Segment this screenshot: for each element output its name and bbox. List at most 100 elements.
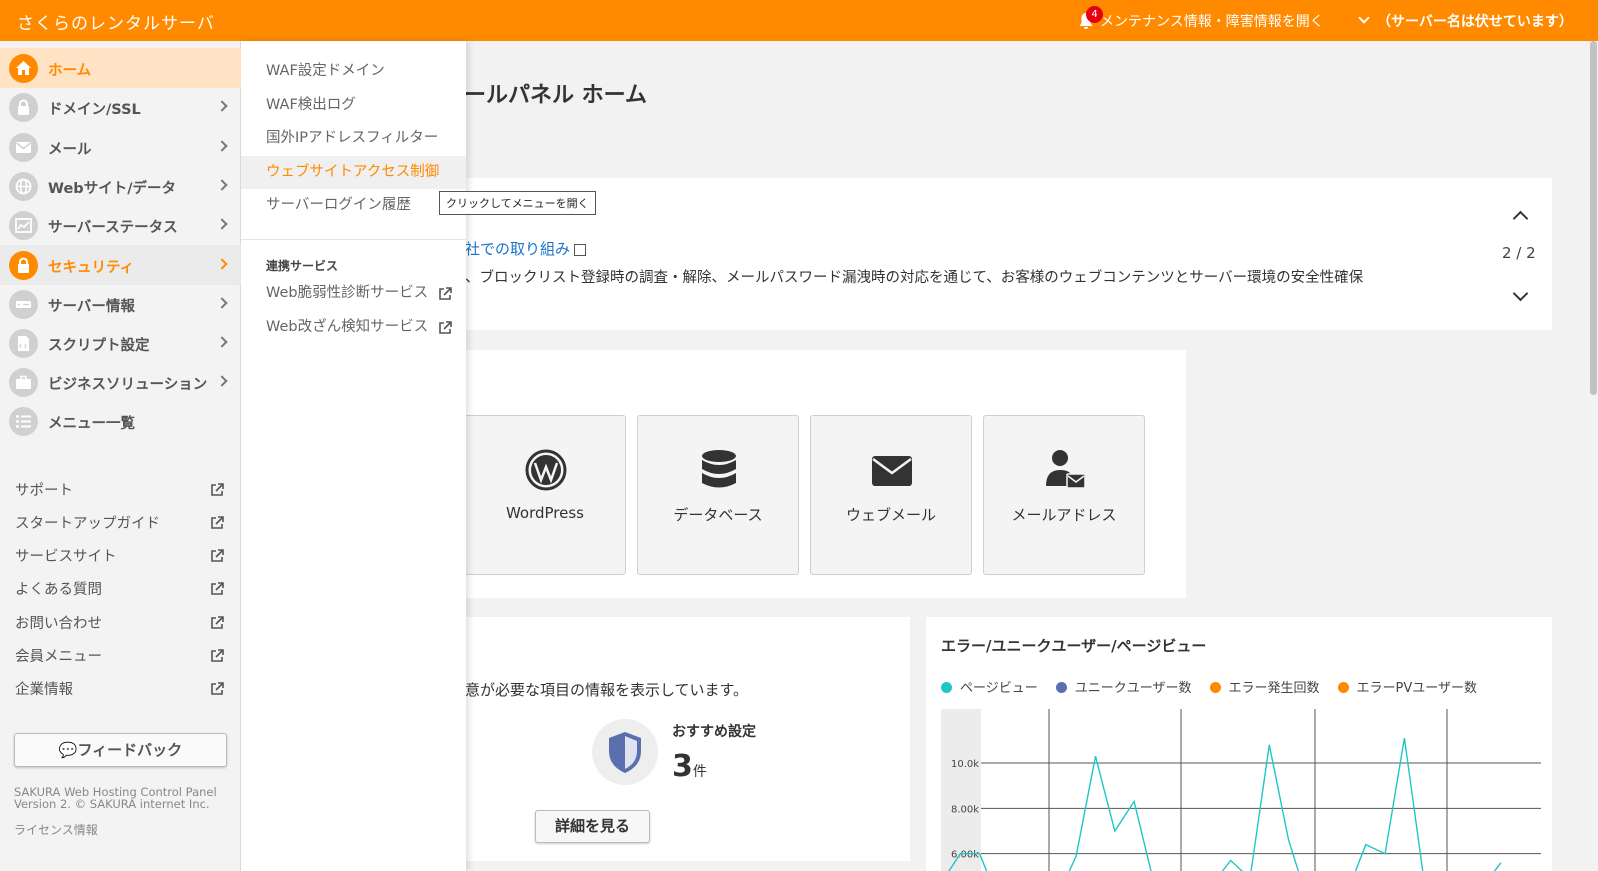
lock-icon	[9, 93, 38, 122]
submenu-item-ip-filter[interactable]: 国外IPアドレスフィルター	[241, 122, 466, 155]
license-link[interactable]: ライセンス情報	[14, 821, 98, 838]
sidebar-item-label: スクリプト設定	[48, 338, 150, 354]
recommend-label: おすすめ設定	[672, 724, 756, 740]
chevron-right-icon	[216, 218, 228, 230]
external-link-icon	[211, 483, 224, 496]
sidebar-item-label: セキュリティ	[48, 260, 135, 276]
chevron-right-icon	[216, 140, 228, 152]
submenu-heading: 連携サービス	[266, 259, 339, 273]
sidebar-item-server-status[interactable]: サーバーステータス	[0, 205, 241, 245]
sidebar-item-script[interactable]: スクリプト設定	[0, 323, 241, 363]
submenu-item-tamper-detection[interactable]: Web改ざん検知サービス	[241, 311, 466, 344]
recommend-count: 3件	[672, 749, 707, 784]
chevron-right-icon	[216, 100, 228, 112]
sidebar-item-label: ホーム	[48, 63, 92, 79]
sidebar-item-mail[interactable]: メール	[0, 127, 241, 167]
sidebar-item-label: Webサイト/データ	[48, 181, 176, 197]
server-icon	[9, 290, 38, 319]
feedback-button[interactable]: 💬フィードバック	[14, 733, 227, 767]
submenu-item-waf-domain[interactable]: WAF設定ドメイン	[241, 55, 466, 88]
user-mail-icon	[1046, 450, 1086, 489]
external-link-icon	[211, 649, 224, 662]
globe-icon	[9, 172, 38, 201]
sidebar-link-company[interactable]: 企業情報	[15, 678, 227, 702]
script-icon	[9, 329, 38, 358]
sidebar-link-support[interactable]: サポート	[15, 479, 227, 503]
sidebar-item-website[interactable]: Webサイト/データ	[0, 166, 241, 206]
sidebar-item-label: サーバー情報	[48, 299, 135, 315]
news-text: 、ブロックリスト登録時の調査・解除、メールパスワード漏洩時の対応を通じて、お客様…	[465, 270, 1364, 286]
chart-legend: ページビュー ユニークユーザー数 エラー発生回数 エラーPVユーザー数	[941, 677, 1495, 696]
submenu-item-waf-log[interactable]: WAF検出ログ	[241, 89, 466, 122]
legend-dot	[1337, 682, 1349, 693]
shortcut-label: WordPress	[505, 504, 585, 522]
sidebar-item-domain[interactable]: ドメイン/SSL	[0, 87, 241, 127]
external-link-icon	[439, 287, 452, 300]
page-scrollbar[interactable]	[1588, 41, 1598, 871]
sidebar-item-server-info[interactable]: サーバー情報	[0, 284, 241, 324]
sidebar-item-label: サーバーステータス	[48, 220, 178, 236]
sidebar-link-startup-guide[interactable]: スタートアップガイド	[15, 512, 227, 536]
legend-item[interactable]: ユニークユーザー数	[1055, 681, 1192, 696]
legend-item[interactable]: ページビュー	[941, 681, 1038, 696]
webmail-button[interactable]: ウェブメール	[810, 415, 972, 575]
external-link-icon	[211, 616, 224, 629]
sidebar: ホーム ドメイン/SSL メール Webサイト/データ サーバーステータス セキ…	[0, 41, 241, 871]
line-chart: 10.0k8.00k6.00k4.00k	[941, 709, 1541, 871]
chevron-down-icon[interactable]	[1358, 12, 1370, 24]
sidebar-item-label: ドメイン/SSL	[48, 102, 141, 118]
top-header: さくらのレンタルサーバ 4 メンテナンス情報・障害情報を開く （サーバー名は伏せ…	[0, 0, 1598, 41]
shortcut-label: メールアドレス	[1011, 506, 1117, 524]
legend-item[interactable]: エラー発生回数	[1209, 681, 1320, 696]
detail-button[interactable]: 詳細を見る	[535, 810, 650, 843]
external-link-icon	[574, 243, 587, 256]
y-tick-label: 6.00k	[951, 850, 979, 861]
external-link-icon	[211, 549, 224, 562]
sidebar-item-menu-list[interactable]: メニュー一覧	[0, 401, 241, 441]
y-axis-band	[941, 709, 981, 871]
sidebar-link-service-site[interactable]: サービスサイト	[15, 545, 227, 569]
page-title: ールパネル ホーム	[464, 83, 647, 108]
chart-icon	[9, 211, 38, 240]
sidebar-item-label: ビジネスソリューション	[48, 377, 208, 393]
chat-icon: 💬	[58, 741, 78, 759]
chevron-right-icon	[216, 336, 228, 348]
scrollbar-thumb[interactable]	[1590, 41, 1597, 395]
chevron-down-icon[interactable]	[1512, 285, 1529, 302]
news-card: 社での取り組み 、ブロックリスト登録時の調査・解除、メールパスワード漏洩時の対応…	[440, 178, 1552, 330]
external-link-icon	[211, 582, 224, 595]
mail-address-button[interactable]: メールアドレス	[983, 415, 1145, 575]
sidebar-item-business[interactable]: ビジネスソリューション	[0, 362, 241, 402]
chevron-up-icon[interactable]	[1512, 210, 1529, 227]
y-tick-label: 10.0k	[951, 759, 979, 770]
external-link-icon	[211, 516, 224, 529]
submenu-item-access-control[interactable]: ウェブサイトアクセス制御	[241, 156, 466, 189]
sidebar-link-contact[interactable]: お問い合わせ	[15, 612, 227, 636]
app-logo[interactable]: さくらのレンタルサーバ	[17, 9, 215, 34]
external-link-icon	[439, 321, 452, 334]
chevron-right-icon	[216, 258, 228, 270]
news-link[interactable]: 社での取り組み	[465, 238, 587, 259]
sidebar-link-member-menu[interactable]: 会員メニュー	[15, 645, 227, 669]
sidebar-item-security[interactable]: セキュリティ	[0, 245, 241, 285]
submenu-item-login-history[interactable]: サーバーログイン履歴	[241, 189, 466, 222]
legend-item[interactable]: エラーPVユーザー数	[1337, 681, 1477, 696]
sidebar-link-faq[interactable]: よくある質問	[15, 578, 227, 602]
shortcut-label: ウェブメール	[845, 506, 936, 524]
mail-icon	[9, 133, 38, 162]
wordpress-button[interactable]: WordPress	[464, 415, 626, 575]
shortcut-label: データベース	[673, 506, 763, 524]
copyright-text: SAKURA Web Hosting Control Panel Version …	[14, 785, 217, 811]
y-tick-label: 8.00k	[951, 804, 979, 815]
submenu-divider	[241, 239, 466, 240]
database-button[interactable]: データベース	[637, 415, 799, 575]
security-description: 意が必要な項目の情報を表示しています。	[465, 681, 749, 699]
sidebar-item-home[interactable]: ホーム	[0, 48, 241, 88]
shield-icon	[592, 719, 658, 785]
maintenance-link[interactable]: メンテナンス情報・障害情報を開く	[1100, 11, 1324, 31]
legend-dot	[941, 682, 952, 693]
submenu-item-vulnerability-scan[interactable]: Web脆弱性診断サービス	[241, 277, 466, 310]
list-icon	[9, 407, 38, 436]
security-card: 意が必要な項目の情報を表示しています。 おすすめ設定 3件 詳細を見る	[440, 617, 910, 861]
external-link-icon	[211, 682, 224, 695]
